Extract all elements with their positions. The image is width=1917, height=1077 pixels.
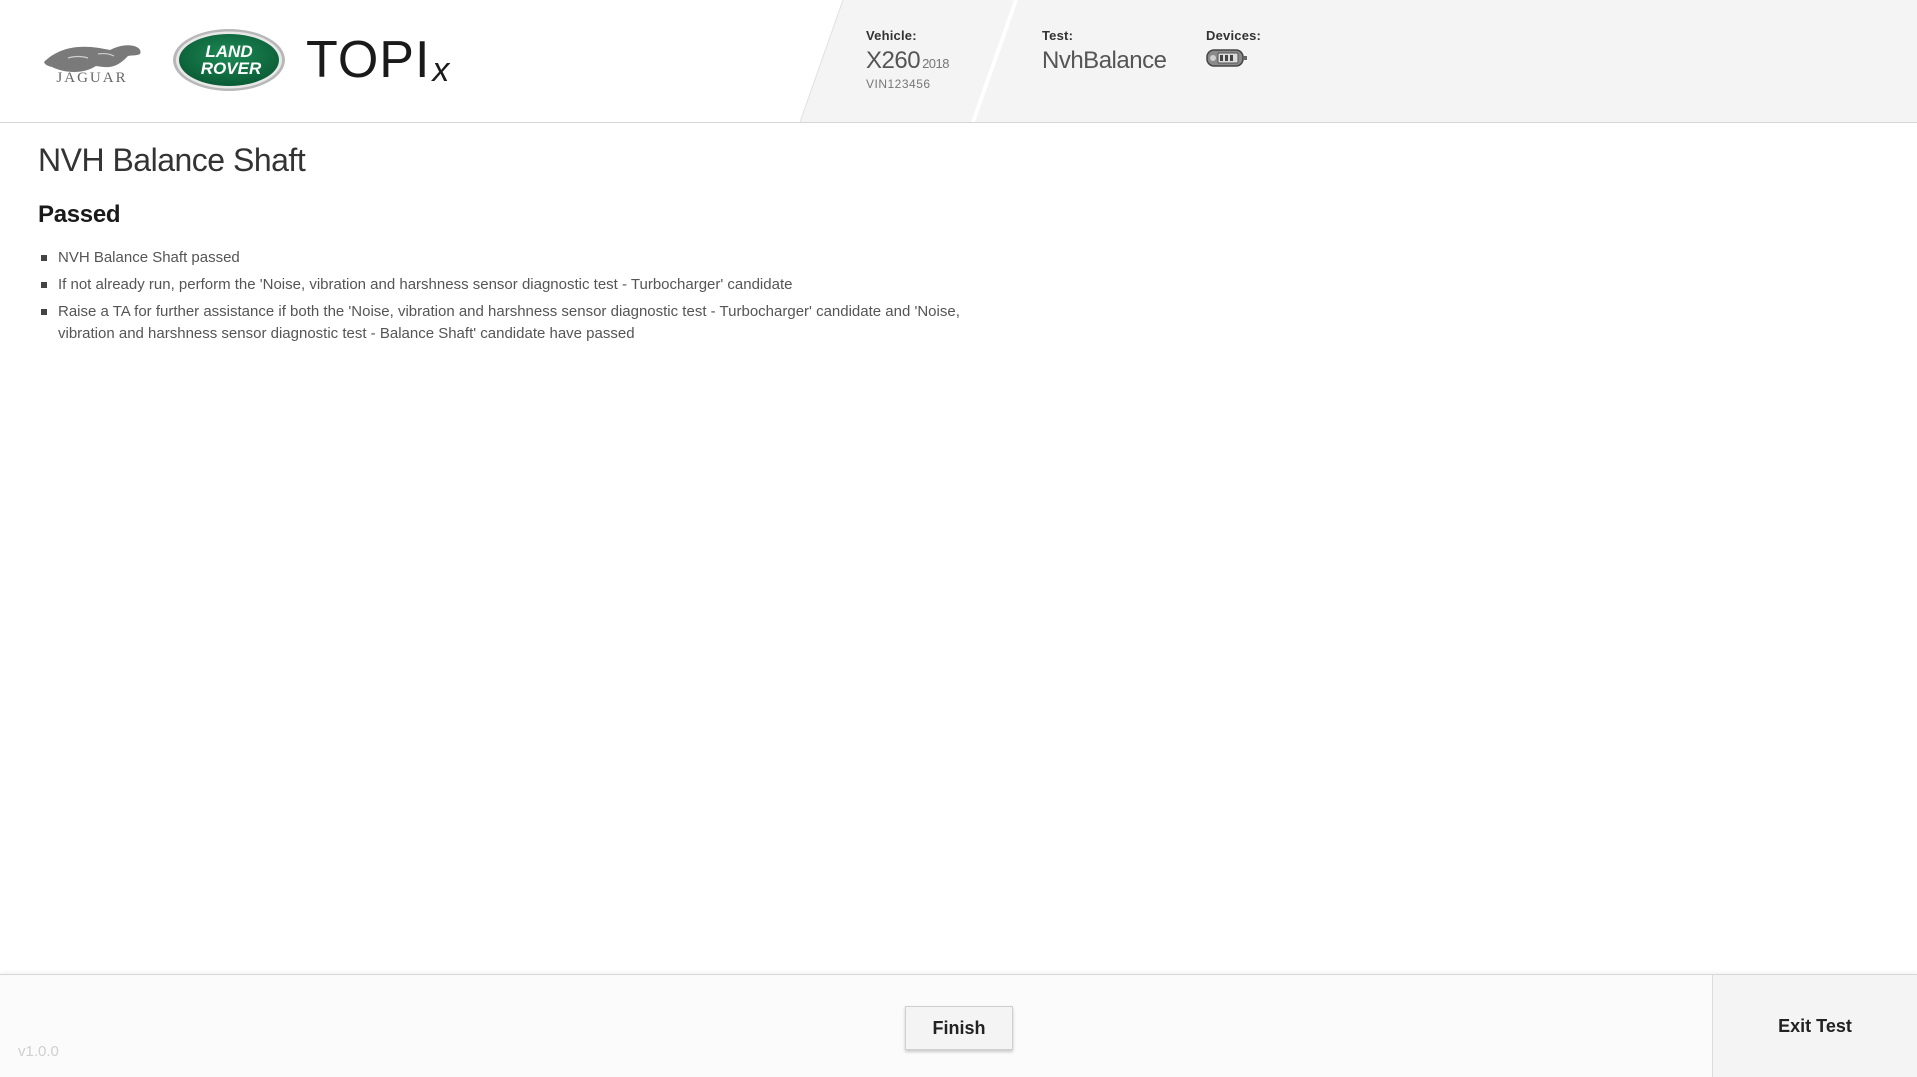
vehicle-model-line: X260 2018 xyxy=(866,47,949,75)
topix-main: TOPI xyxy=(306,31,431,89)
result-list: NVH Balance Shaft passed If not already … xyxy=(38,247,978,345)
list-item-text: Raise a TA for further assistance if bot… xyxy=(58,303,960,342)
land-rover-logo: LAND ROVER xyxy=(173,29,285,91)
main-content: NVH Balance Shaft Passed NVH Balance Sha… xyxy=(38,142,1038,350)
vci-device-icon[interactable] xyxy=(1206,47,1248,69)
list-item-text: NVH Balance Shaft passed xyxy=(58,249,240,266)
test-info: Test: NvhBalance xyxy=(1042,28,1167,75)
page-title: NVH Balance Shaft xyxy=(38,142,306,178)
bullet-icon xyxy=(41,282,47,288)
list-item: If not already run, perform the 'Noise, … xyxy=(38,274,978,296)
vehicle-info-panel: Vehicle: X260 2018 VIN123456 Test: NvhBal… xyxy=(800,0,1917,122)
vehicle-model: X260 xyxy=(866,47,921,74)
exit-test-button[interactable]: Exit Test xyxy=(1712,975,1917,1077)
info-panel-background xyxy=(800,0,1917,122)
version-label: v1.0.0 xyxy=(18,1043,59,1060)
finish-button[interactable]: Finish xyxy=(905,1006,1013,1050)
devices-info: Devices: xyxy=(1206,28,1261,74)
header-bar: JAGUAR LAND ROVER TOPIx Vehicle: X260 20… xyxy=(0,0,1917,123)
status-heading: Passed xyxy=(38,201,121,228)
bullet-icon xyxy=(41,255,47,261)
topix-suffix: x xyxy=(432,51,451,89)
bullet-icon xyxy=(41,309,47,315)
topix-logo: TOPIx xyxy=(306,32,450,98)
jaguar-wordmark: JAGUAR xyxy=(56,70,128,86)
vehicle-info: Vehicle: X260 2018 VIN123456 xyxy=(866,28,949,91)
vehicle-year: 2018 xyxy=(922,56,949,71)
test-name: NvhBalance xyxy=(1042,47,1167,74)
app-window: JAGUAR LAND ROVER TOPIx Vehicle: X260 20… xyxy=(0,0,1917,1077)
list-item: Raise a TA for further assistance if bot… xyxy=(38,301,978,345)
vehicle-vin: VIN123456 xyxy=(866,77,931,91)
vehicle-label: Vehicle: xyxy=(866,28,917,43)
landrover-line2: ROVER xyxy=(201,59,262,78)
footer-bar: v1.0.0 Finish Exit Test xyxy=(0,974,1917,1077)
list-item: NVH Balance Shaft passed xyxy=(38,247,978,269)
devices-label: Devices: xyxy=(1206,28,1262,43)
list-item-text: If not already run, perform the 'Noise, … xyxy=(58,276,793,293)
test-label: Test: xyxy=(1042,28,1074,43)
